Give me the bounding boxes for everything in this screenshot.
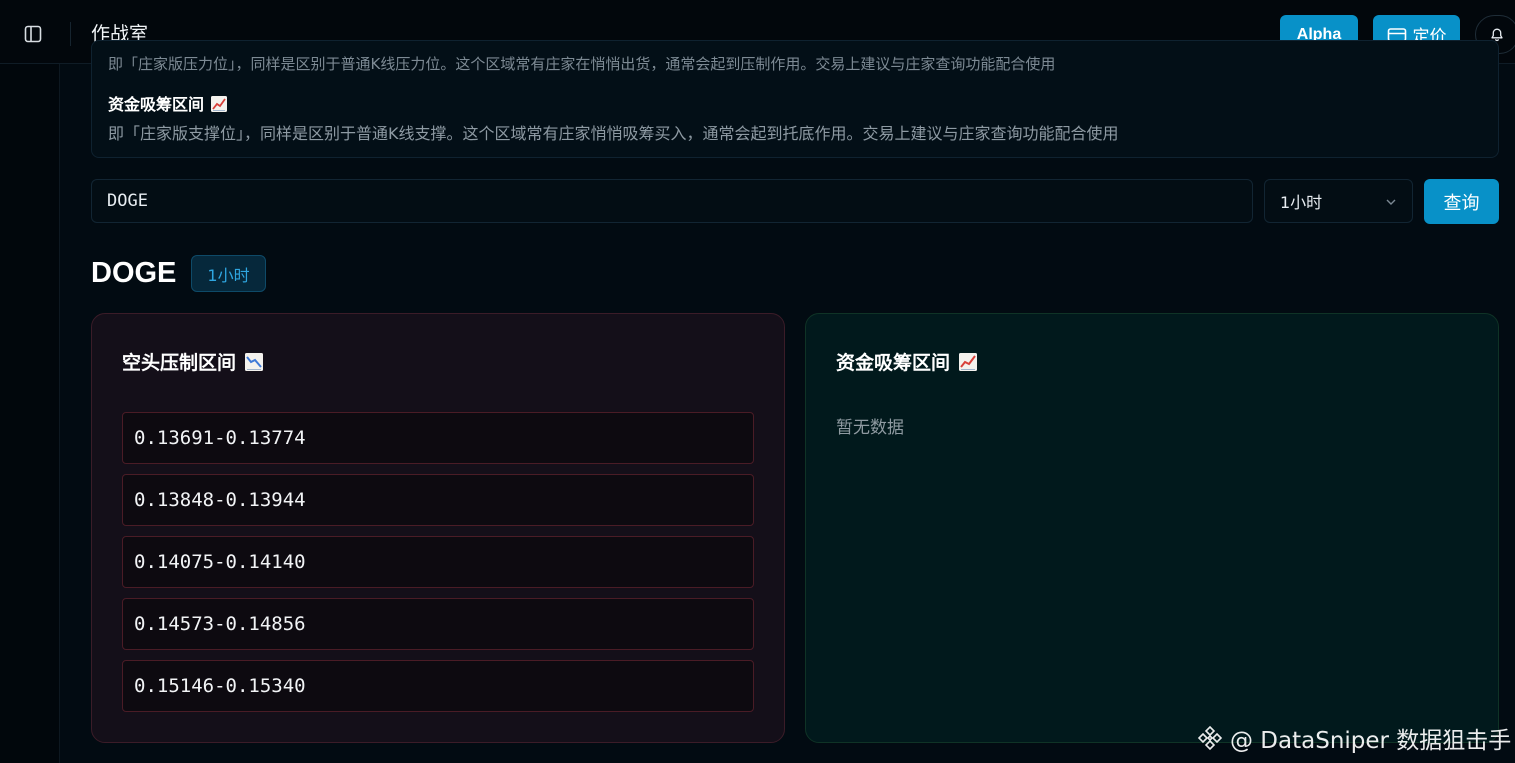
pressure-zone-description: 即「庄家版压力位」，同样是区别于普通K线压力位。这个区域常有庄家在悄悄出货，通常… [108,55,1056,73]
bear-range-item: 0.15146-0.15340 [122,660,754,712]
query-button[interactable]: 查询 [1424,179,1499,224]
info-card: 即「庄家版压力位」，同样是区别于普通K线压力位。这个区域常有庄家在悄悄出货，通常… [91,40,1499,158]
interval-select-value: 1小时 [1280,193,1323,212]
bear-range-item: 0.13691-0.13774 [122,412,754,464]
bear-range-item: 0.14573-0.14856 [122,598,754,650]
left-sidebar [0,64,60,763]
interval-badge: 1小时 [191,255,266,292]
diamond-logo-icon [1197,725,1223,751]
bear-panel-heading: 空头压制区间 [122,348,264,375]
interval-select[interactable]: 1小时 [1264,179,1413,223]
bear-pressure-panel: 空头压制区间 0.13691-0.13774 0.13848-0.13944 0… [91,313,785,743]
bull-panel-title: 资金吸筹区间 [836,352,951,374]
absorb-zone-description: 即「庄家版支撑位」，同样是区别于普通K线支撑。这个区域常有庄家悄悄吸筹买入，通常… [108,124,1119,143]
bull-absorb-panel: 资金吸筹区间 暂无数据 [805,313,1499,743]
absorb-zone-heading-text: 资金吸筹区间 [108,95,205,114]
sidebar-toggle-button[interactable] [18,21,48,47]
header-divider [70,22,71,46]
bear-panel-title: 空头压制区间 [122,352,237,374]
sidebar-panel-icon [24,25,42,43]
bear-range-list: 0.13691-0.13774 0.13848-0.13944 0.14075-… [122,412,754,722]
bull-empty-text: 暂无数据 [836,418,904,438]
chart-increasing-icon [959,352,978,371]
bull-panel-heading: 资金吸筹区间 [836,348,978,375]
chart-decreasing-icon [245,352,264,371]
symbol-input[interactable] [91,179,1253,223]
chevron-down-icon [1386,199,1396,205]
bear-range-item: 0.14075-0.14140 [122,536,754,588]
bear-range-item: 0.13848-0.13944 [122,474,754,526]
chart-increasing-icon [210,95,228,114]
result-symbol-title: DOGE [91,257,177,289]
absorb-zone-heading: 资金吸筹区间 [108,91,228,115]
watermark: @ DataSniper 数据狙击手 [1196,721,1511,755]
watermark-text: @ DataSniper 数据狙击手 [1230,728,1512,754]
